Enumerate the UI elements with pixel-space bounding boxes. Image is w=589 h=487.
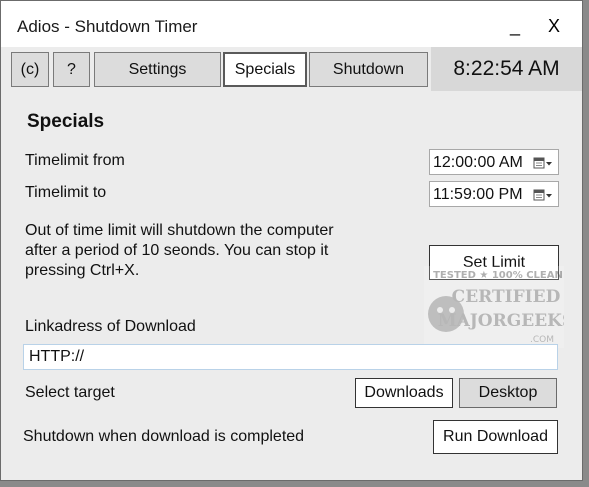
tab-help[interactable]: ? [53,52,90,87]
calendar-dropdown-icon[interactable] [533,156,553,170]
watermark-line-2: CERTIFIED [452,287,561,307]
minimize-button[interactable]: _ [500,13,530,39]
timelimit-from-value: 12:00:00 AM [433,154,523,171]
timelimit-to-label: Timelimit to [25,184,107,201]
timelimit-from-picker[interactable]: 12:00:00 AM [429,149,559,175]
shutdown-after-download-label: Shutdown when download is completed [23,428,305,445]
timelimit-description: Out of time limit will shutdown the comp… [25,222,334,279]
run-download-button[interactable]: Run Download [433,420,558,454]
majorgeeks-certified-watermark: TESTED ★ 100% CLEAN CERTIFIED MAJORGEEKS… [424,266,564,348]
link-address-label: Linkadress of Download [25,318,196,335]
tab-specials[interactable]: Specials [223,52,307,87]
tab-shutdown[interactable]: Shutdown [309,52,428,87]
calendar-dropdown-icon[interactable] [533,188,553,202]
tab-copyright[interactable]: (c) [11,52,49,87]
timelimit-to-value: 11:59:00 PM [433,186,523,203]
tab-bar: (c) ? Settings Specials Shutdown 8:22:54… [1,47,582,91]
window-title: Adios - Shutdown Timer [17,17,198,36]
close-button[interactable]: X [539,13,569,39]
title-bar: Adios - Shutdown Timer _ X [1,1,582,47]
tab-settings[interactable]: Settings [94,52,221,87]
downloads-target-button[interactable]: Downloads [355,378,453,408]
clock-display: 8:22:54 AM [431,47,582,91]
main-window: Adios - Shutdown Timer _ X (c) ? Setting… [0,0,583,481]
timelimit-to-picker[interactable]: 11:59:00 PM [429,181,559,207]
page-title: Specials [27,111,105,132]
select-target-label: Select target [25,384,115,401]
desktop-target-button[interactable]: Desktop [459,378,557,408]
timelimit-from-label: Timelimit from [25,152,125,169]
download-link-input[interactable]: HTTP:// [23,344,558,370]
watermark-line-3: MAJORGEEKS [438,311,564,331]
watermark-line-1: TESTED ★ 100% CLEAN [433,270,563,281]
